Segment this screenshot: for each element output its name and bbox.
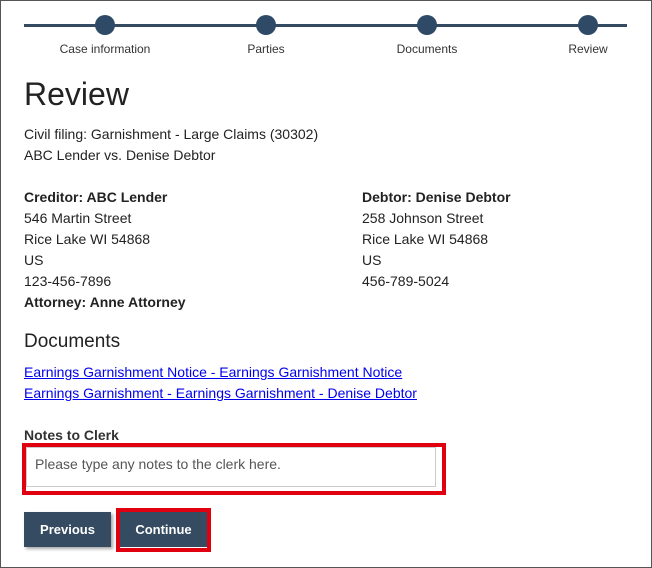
creditor-city: Rice Lake WI 54868 bbox=[24, 231, 151, 247]
debtor-heading: Debtor: Denise Debtor bbox=[362, 189, 511, 205]
page-title: Review bbox=[24, 76, 129, 112]
notes-to-clerk-input[interactable] bbox=[26, 447, 436, 487]
creditor-attorney: Attorney: Anne Attorney bbox=[24, 294, 186, 310]
step-label: Case information bbox=[59, 42, 151, 56]
document-link-notice[interactable]: Earnings Garnishment Notice - Earnings G… bbox=[24, 364, 402, 380]
debtor-city: Rice Lake WI 54868 bbox=[362, 231, 489, 247]
creditor-phone: 123-456-7896 bbox=[24, 273, 112, 289]
step-review[interactable]: Review bbox=[508, 0, 652, 60]
creditor-street: 546 Martin Street bbox=[24, 210, 132, 226]
step-parties[interactable]: Parties bbox=[186, 0, 346, 60]
step-dot bbox=[256, 15, 276, 35]
creditor-country: US bbox=[24, 252, 44, 268]
continue-button[interactable]: Continue bbox=[120, 512, 207, 547]
step-dot bbox=[95, 15, 115, 35]
debtor-street: 258 Johnson Street bbox=[362, 210, 484, 226]
filing-type: Civil filing: Garnishment - Large Claims… bbox=[24, 126, 319, 142]
debtor-phone: 456-789-5024 bbox=[362, 273, 450, 289]
step-label: Documents bbox=[396, 42, 458, 56]
step-label: Review bbox=[568, 42, 608, 56]
step-documents[interactable]: Documents bbox=[347, 0, 507, 60]
step-dot bbox=[417, 15, 437, 35]
document-link-garnishment[interactable]: Earnings Garnishment - Earnings Garnishm… bbox=[24, 385, 417, 401]
notes-label: Notes to Clerk bbox=[24, 427, 119, 443]
step-case-information[interactable]: Case information bbox=[25, 0, 185, 60]
debtor-country: US bbox=[362, 252, 382, 268]
step-label: Parties bbox=[247, 42, 285, 56]
creditor-heading: Creditor: ABC Lender bbox=[24, 189, 168, 205]
step-dot bbox=[578, 15, 598, 35]
previous-button[interactable]: Previous bbox=[24, 512, 111, 547]
case-name: ABC Lender vs. Denise Debtor bbox=[24, 147, 216, 163]
documents-heading: Documents bbox=[24, 331, 121, 352]
